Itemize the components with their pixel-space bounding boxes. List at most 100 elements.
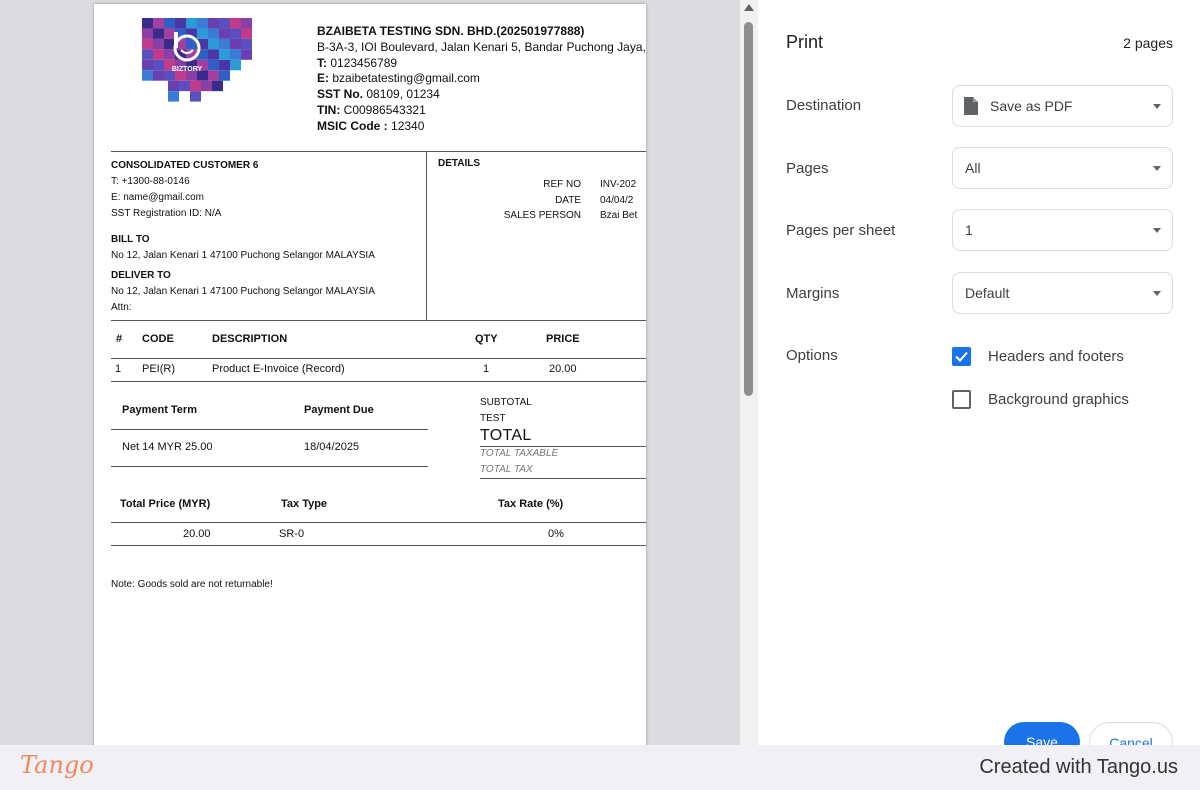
date-value: 04/04/2	[600, 195, 634, 206]
total-label: TOTAL	[480, 427, 532, 444]
divider	[111, 429, 428, 430]
pages-select[interactable]: All	[952, 147, 1173, 189]
chevron-down-icon	[1153, 104, 1161, 109]
background-graphics-label[interactable]: Background graphics	[988, 391, 1129, 408]
scroll-thumb[interactable]	[744, 22, 753, 396]
test-label: TEST	[480, 413, 506, 424]
destination-label: Destination	[786, 97, 862, 114]
company-tin: C00986543321	[343, 102, 426, 117]
sales-person-value: Bzai Bet	[600, 210, 638, 221]
pages-value: All	[965, 160, 981, 176]
details-heading: DETAILS	[438, 158, 481, 169]
company-sst: 08109, 01234	[366, 87, 440, 102]
divider	[111, 381, 646, 382]
margins-value: Default	[965, 285, 1010, 301]
ref-no-value: INV-202	[600, 179, 637, 190]
divider	[111, 545, 646, 546]
company-phone: 0123456789	[330, 55, 398, 70]
pages-per-sheet-value: 1	[965, 222, 973, 238]
print-settings-panel: Print 2 pages Destination Save as PDF Pa…	[758, 0, 1200, 762]
divider	[111, 466, 428, 467]
company-info: BZAIBETA TESTING SDN. BHD.(202501977888)…	[317, 24, 646, 135]
subtotal-label: SUBTOTAL	[480, 397, 532, 408]
divider	[480, 446, 646, 447]
pages-label: Pages	[786, 160, 829, 177]
ref-no-label: REF NO	[543, 179, 581, 190]
payment-due-value: 18/04/2025	[304, 441, 360, 453]
items-header-description: DESCRIPTION	[212, 333, 288, 345]
company-email: bzaibetatesting@gmail.com	[332, 71, 480, 86]
margins-label: Margins	[786, 285, 840, 302]
chevron-down-icon	[1153, 228, 1161, 233]
divider	[111, 522, 646, 523]
scroll-up-arrow-icon[interactable]	[744, 4, 754, 11]
deliver-to-label: DELIVER TO	[111, 270, 171, 281]
divider	[111, 151, 646, 152]
print-title: Print	[786, 32, 824, 52]
sst-label: SST No.	[317, 87, 364, 102]
customer-sst: SST Registration ID: N/A	[111, 208, 222, 219]
items-header-qty: QTY	[475, 333, 498, 345]
preview-scrollbar[interactable]	[740, 0, 758, 745]
checkmark-icon	[955, 351, 968, 362]
pages-per-sheet-select[interactable]: 1	[952, 209, 1173, 251]
payment-term-label: Payment Term	[122, 404, 197, 416]
customer-email: E: name@gmail.com	[111, 192, 204, 203]
logo-text: BIZTORY	[172, 66, 203, 73]
file-icon	[964, 97, 978, 115]
customer-name: CONSOLIDATED CUSTOMER 6	[111, 160, 259, 171]
background-graphics-checkbox[interactable]	[952, 390, 971, 409]
divider	[111, 358, 646, 359]
sales-person-label: SALES PERSON	[503, 210, 581, 221]
invoice-note: Note: Goods sold are not returnable!	[111, 579, 273, 590]
item-description: Product E-Invoice (Record)	[212, 363, 345, 375]
tango-footer: Tango Created with Tango.us	[0, 745, 1200, 790]
items-header-code: CODE	[142, 333, 174, 345]
deliver-to-address: No 12, Jalan Kenari 1 47100 Puchong Sela…	[111, 286, 375, 297]
company-logo: BIZTORY	[142, 18, 252, 102]
company-name: BZAIBETA TESTING SDN. BHD.(202501977888)	[317, 24, 585, 38]
divider	[111, 320, 646, 321]
tin-label: TIN:	[317, 102, 341, 117]
tax-type: SR-0	[279, 528, 305, 540]
total-taxable-label: TOTAL TAXABLE	[480, 448, 559, 459]
options-label: Options	[786, 347, 838, 364]
item-code: PEI(R)	[142, 363, 175, 375]
headers-footers-label[interactable]: Headers and footers	[988, 348, 1124, 365]
msic-label: MSIC Code :	[317, 118, 388, 133]
payment-term-value: Net 14 MYR 25.00	[122, 441, 213, 453]
bill-to-address: No 12, Jalan Kenari 1 47100 Puchong Sela…	[111, 250, 375, 261]
total-tax-label: TOTAL TAX	[480, 464, 533, 475]
tax-header-tax-rate: Tax Rate (%)	[498, 498, 564, 510]
phone-label: T:	[317, 55, 327, 70]
chevron-down-icon	[1153, 291, 1161, 296]
items-header-price: PRICE	[546, 333, 580, 345]
email-label: E:	[317, 71, 329, 86]
item-no: 1	[115, 363, 122, 375]
items-header-no: #	[116, 333, 123, 345]
print-preview-area: BIZTORY BZAIBETA TESTING SDN. BHD.(20250…	[0, 0, 740, 745]
divider	[426, 151, 427, 320]
chevron-down-icon	[1153, 166, 1161, 171]
payment-due-label: Payment Due	[304, 404, 374, 416]
tax-rate: 0%	[548, 528, 564, 540]
bill-to-label: BILL TO	[111, 234, 150, 245]
tax-header-total-price: Total Price (MYR)	[120, 498, 211, 510]
divider	[480, 478, 646, 479]
company-msic: 12340	[391, 118, 425, 133]
tango-logo: Tango	[20, 751, 94, 779]
item-price: 20.00	[549, 363, 577, 375]
customer-phone: T: +1300-88-0146	[111, 176, 190, 187]
item-qty: 1	[483, 363, 490, 375]
company-address: B-3A-3, IOI Boulevard, Jalan Kenari 5, B…	[317, 39, 646, 54]
page-count: 2 pages	[1123, 35, 1173, 51]
destination-value: Save as PDF	[990, 98, 1073, 114]
destination-select[interactable]: Save as PDF	[952, 85, 1173, 127]
invoice-page: BIZTORY BZAIBETA TESTING SDN. BHD.(20250…	[94, 4, 646, 745]
attn: Attn:	[111, 302, 132, 313]
date-label: DATE	[555, 195, 581, 206]
headers-footers-checkbox[interactable]	[952, 347, 971, 366]
pages-per-sheet-label: Pages per sheet	[786, 222, 896, 239]
margins-select[interactable]: Default	[952, 272, 1173, 314]
tax-total-price: 20.00	[183, 528, 211, 540]
